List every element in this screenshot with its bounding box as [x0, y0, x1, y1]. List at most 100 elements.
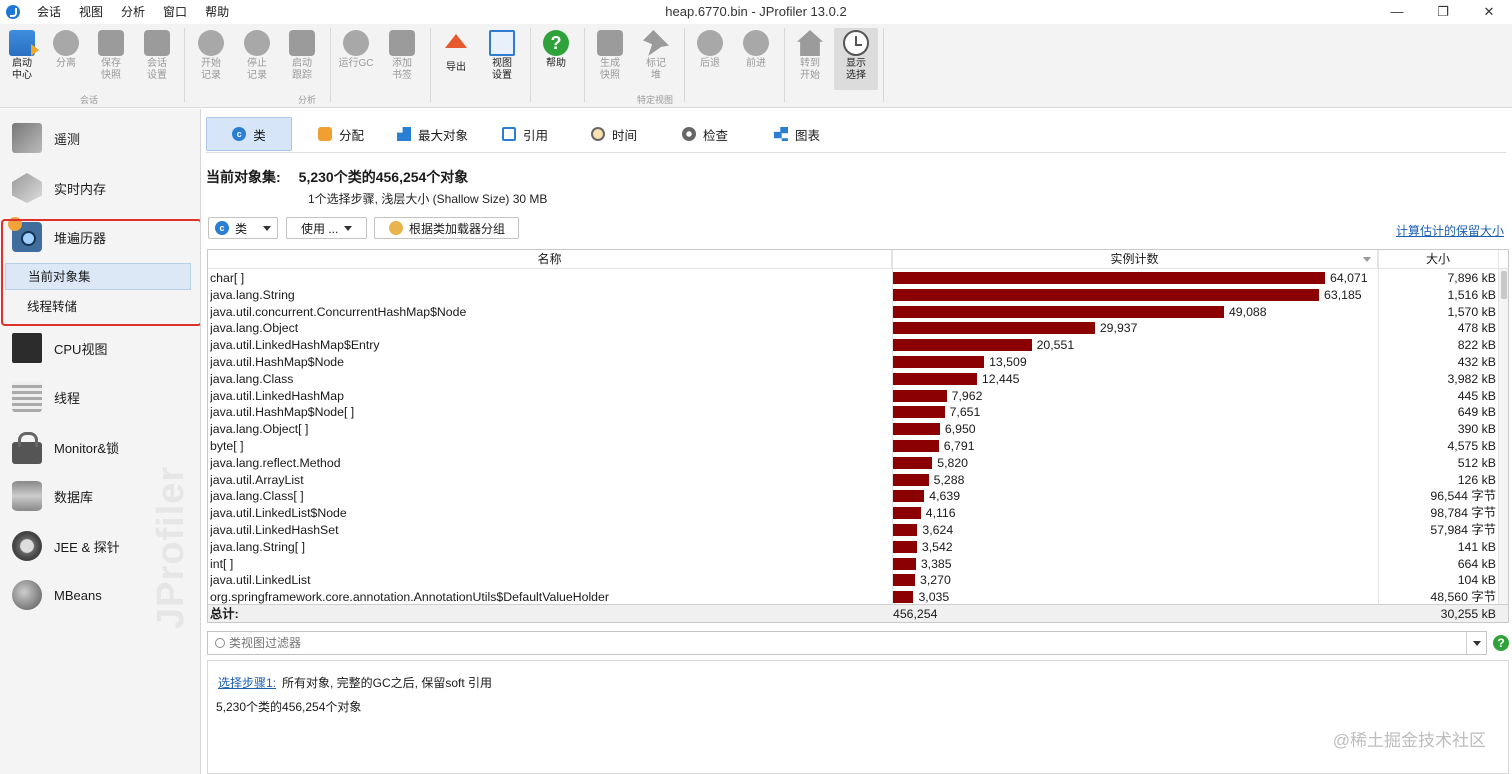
jprofiler-app-icon[interactable]: [6, 5, 20, 19]
tab-references[interactable]: 引用: [492, 117, 558, 151]
table-row[interactable]: java.util.LinkedList 3,270 104 kB: [208, 572, 1508, 589]
tab-allocations[interactable]: 分配: [308, 117, 374, 151]
table-row[interactable]: java.util.LinkedHashMap 7,962 445 kB: [208, 388, 1508, 405]
table-row[interactable]: java.util.HashMap$Node[ ] 7,651 649 kB: [208, 404, 1508, 421]
minimize-icon[interactable]: —: [1374, 0, 1420, 24]
tab-time[interactable]: 时间: [581, 117, 647, 151]
table-row[interactable]: java.util.LinkedHashMap$Entry 20,551 822 k…: [208, 337, 1508, 354]
sidebar-item-monitors-locks[interactable]: Monitor&锁: [0, 425, 200, 469]
menu-session[interactable]: 会话: [28, 0, 70, 24]
start-center-button[interactable]: 启动 中心: [0, 28, 44, 90]
maximize-icon[interactable]: ❐: [1420, 0, 1466, 24]
mbeans-icon: [12, 580, 42, 610]
tab-classes[interactable]: c类: [206, 117, 292, 151]
save-icon: [98, 30, 124, 56]
start-tracking-button[interactable]: 启动 跟踪: [280, 28, 324, 90]
use-button[interactable]: 使用 ...: [286, 217, 367, 239]
table-row[interactable]: byte[ ] 6,791 4,575 kB: [208, 438, 1508, 455]
table-row[interactable]: java.lang.Class 12,445 3,982 kB: [208, 371, 1508, 388]
menu-analyze[interactable]: 分析: [112, 0, 154, 24]
show-selection-button[interactable]: 显示 选择: [834, 28, 878, 90]
column-header-size[interactable]: 大小: [1378, 250, 1499, 269]
sidebar-item-databases[interactable]: 数据库: [0, 474, 200, 518]
table-row[interactable]: java.lang.reflect.Method 5,820 512 kB: [208, 455, 1508, 472]
tab-inspections[interactable]: 检查: [672, 117, 738, 151]
table-row[interactable]: java.lang.Object[ ] 6,950 390 kB: [208, 421, 1508, 438]
sidebar-item-jee-probes[interactable]: JEE & 探针: [0, 524, 200, 568]
table-row[interactable]: int[ ] 3,385 664 kB: [208, 556, 1508, 573]
pin-icon: [643, 30, 669, 56]
calculate-retained-size-link[interactable]: 计算估计的保留大小: [1396, 222, 1504, 239]
close-icon[interactable]: ✕: [1466, 0, 1512, 24]
sidebar-item-mbeans[interactable]: MBeans: [0, 573, 200, 617]
table-row[interactable]: java.lang.Object 29,937 478 kB: [208, 320, 1508, 337]
table-row[interactable]: java.util.ArrayList 5,288 126 kB: [208, 472, 1508, 489]
take-snapshot-button[interactable]: 生成 快照: [588, 28, 632, 90]
filter-history-dropdown[interactable]: [1466, 632, 1486, 654]
sidebar-item-threads[interactable]: 线程: [0, 375, 200, 419]
filter-input[interactable]: [229, 636, 1429, 650]
start-recording-button[interactable]: 开始 记录: [189, 28, 233, 90]
scrollbar-thumb[interactable]: [1501, 271, 1507, 299]
class-name-cell: java.util.HashMap$Node[ ]: [210, 405, 355, 420]
telemetry-icon: [12, 123, 42, 153]
class-name-cell: char[ ]: [210, 271, 245, 285]
save-snapshot-button[interactable]: 保存 快照: [89, 28, 133, 90]
column-header-name[interactable]: 名称: [208, 250, 892, 269]
tab-graph[interactable]: 图表: [764, 117, 830, 151]
help-button[interactable]: ? 帮助: [534, 28, 578, 90]
table-row[interactable]: java.lang.String 63,185 1,516 kB: [208, 287, 1508, 304]
sidebar-item-telemetry[interactable]: 遥测: [0, 116, 200, 160]
class-view-filter[interactable]: [207, 631, 1487, 655]
aggregation-select[interactable]: c类: [208, 217, 278, 239]
go-to-start-button[interactable]: 转到 开始: [788, 28, 832, 90]
start-tracking-icon: [289, 30, 315, 56]
size-cell: 445 kB: [1457, 388, 1496, 403]
toolbar-label: 保存 快照: [101, 58, 121, 81]
add-bookmark-button[interactable]: 添加 书签: [380, 28, 424, 90]
table-row[interactable]: java.util.LinkedList$Node 4,116 98,784 字节: [208, 505, 1508, 522]
tab-biggest-objects[interactable]: 最大对象: [387, 117, 478, 151]
sidebar-item-label: 实时内存: [54, 181, 107, 197]
instance-count-bar: [893, 322, 1095, 335]
menu-view[interactable]: 视图: [70, 0, 112, 24]
aggregation-select-value: 类: [235, 221, 248, 236]
run-gc-button[interactable]: 运行GC: [334, 28, 378, 90]
menu-help[interactable]: 帮助: [196, 0, 238, 24]
sidebar-item-live-memory[interactable]: 实时内存: [0, 166, 200, 210]
detach-button[interactable]: 分离: [44, 28, 88, 90]
table-vertical-scrollbar[interactable]: [1498, 269, 1508, 604]
toolbar-label: 会话 设置: [147, 58, 167, 81]
sidebar-item-cpu[interactable]: CPU视图: [0, 326, 200, 370]
filter-help-icon[interactable]: ?: [1493, 635, 1509, 651]
group-by-classloader-button[interactable]: 根据类加载器分组: [374, 217, 519, 239]
instance-count-cell: 3,385: [893, 556, 1377, 573]
instance-count-cell: 12,445: [893, 371, 1377, 388]
view-settings-button[interactable]: 视图 设置: [480, 28, 524, 90]
camera-icon: [597, 30, 623, 56]
column-header-instance-count[interactable]: 实例计数: [892, 250, 1378, 269]
class-name-cell: java.util.LinkedList: [210, 573, 311, 588]
table-row[interactable]: java.util.HashMap$Node 13,509 432 kB: [208, 354, 1508, 371]
table-row[interactable]: java.lang.Class[ ] 4,639 96,544 字节: [208, 488, 1508, 505]
table-row[interactable]: char[ ] 64,071 7,896 kB: [208, 270, 1508, 287]
table-row[interactable]: java.util.LinkedHashSet 3,624 57,984 字节: [208, 522, 1508, 539]
forward-button[interactable]: 前进: [734, 28, 778, 90]
session-settings-button[interactable]: 会话 设置: [135, 28, 179, 90]
size-cell: 98,784 字节: [1430, 506, 1496, 521]
selection-step-link[interactable]: 选择步骤1:: [218, 676, 276, 690]
back-button[interactable]: 后退: [688, 28, 732, 90]
toolbar-label: 帮助: [546, 58, 566, 69]
mark-heap-button[interactable]: 标记 堆: [634, 28, 678, 90]
size-cell: 822 kB: [1457, 338, 1496, 353]
export-button[interactable]: 导出: [434, 28, 478, 90]
object-set-heading: 当前对象集: 5,230个类的456,254个对象: [206, 167, 468, 187]
menu-window[interactable]: 窗口: [154, 0, 196, 24]
table-row[interactable]: java.lang.String[ ] 3,542 141 kB: [208, 539, 1508, 556]
class-name-cell: java.util.LinkedList$Node: [210, 506, 347, 521]
stop-recording-button[interactable]: 停止 记录: [235, 28, 279, 90]
chevron-down-icon: [344, 225, 353, 231]
table-row[interactable]: java.util.concurrent.ConcurrentHashMap$N…: [208, 304, 1508, 321]
heap-walker-main: c类 分配 最大对象 引用 时间 检查 图表 当前对象集: 5,230个类的456…: [202, 109, 1512, 774]
instance-count-cell: 29,937: [893, 320, 1377, 337]
